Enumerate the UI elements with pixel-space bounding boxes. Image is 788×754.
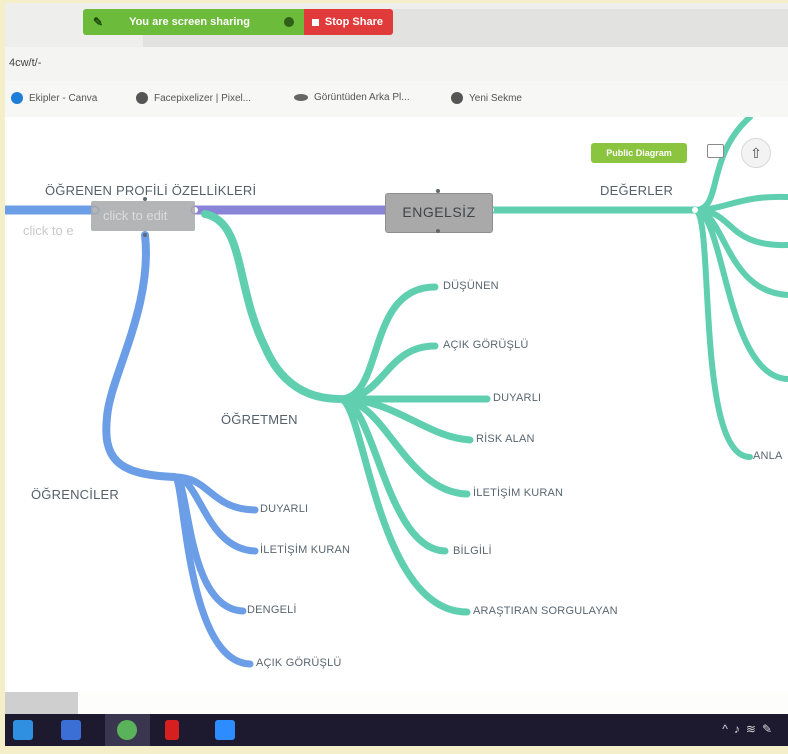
- url-text[interactable]: 4cw/t/-: [9, 57, 41, 69]
- bookmark-label: Yeni Sekme: [469, 92, 522, 104]
- ogretmen-item[interactable]: AÇIK GÖRÜŞLÜ: [443, 339, 529, 351]
- screenshot-frame: ✎ You are screen sharing Stop Share 4cw/…: [5, 3, 788, 746]
- chevron-up-icon[interactable]: ^: [722, 722, 734, 736]
- ogrenciler-item[interactable]: İLETİŞİM KURAN: [260, 544, 350, 556]
- bookmarks-bar: Ekipler - Canva Facepixelizer | Pixel...…: [5, 81, 788, 118]
- stop-share-label: Stop Share: [324, 16, 383, 28]
- system-tray[interactable]: ^♪≋✎: [722, 722, 778, 736]
- node-handle-dot[interactable]: [436, 229, 440, 233]
- node-handle-dot[interactable]: [436, 189, 440, 193]
- file-explorer-icon[interactable]: [13, 720, 33, 740]
- main-title-label[interactable]: ÖĞRENEN PROFİLİ ÖZELLİKLERİ: [45, 183, 256, 198]
- fullscreen-icon[interactable]: [707, 144, 724, 158]
- horizontal-scrollbar[interactable]: [5, 692, 78, 714]
- upload-icon[interactable]: ⇧: [741, 138, 771, 168]
- ogretmen-item[interactable]: BİLGİLİ: [453, 545, 492, 557]
- bookmark-item[interactable]: Ekipler - Canva: [11, 92, 97, 104]
- shield-icon: [283, 17, 294, 27]
- ghost-edit-text: click to e: [23, 223, 74, 238]
- ogretmen-item[interactable]: DÜŞÜNEN: [443, 280, 499, 292]
- center-node[interactable]: ENGELSİZ: [385, 193, 493, 233]
- bookmark-label: Facepixelizer | Pixel...: [154, 92, 252, 104]
- netflix-icon[interactable]: [165, 720, 179, 740]
- zoom-icon[interactable]: [215, 720, 235, 740]
- mindmap-canvas[interactable]: ÖĞRENEN PROFİLİ ÖZELLİKLERİ click to e c…: [5, 117, 788, 692]
- branch-ogretmen[interactable]: ÖĞRETMEN: [221, 412, 298, 427]
- bookmark-item[interactable]: Görüntüden Arka Pl...: [294, 92, 410, 103]
- bookmark-item[interactable]: Yeni Sekme: [451, 92, 522, 104]
- wifi-icon[interactable]: ≋: [746, 722, 762, 736]
- bookmark-label: Görüntüden Arka Pl...: [314, 92, 410, 103]
- pen-icon[interactable]: ✎: [762, 722, 778, 736]
- globe-icon: [451, 92, 463, 104]
- stop-share-button[interactable]: Stop Share: [303, 9, 393, 35]
- ogrenciler-item[interactable]: DUYARLI: [260, 503, 308, 515]
- ogrenciler-item[interactable]: DENGELİ: [247, 604, 297, 616]
- pencil-icon[interactable]: ✎: [93, 15, 103, 29]
- mail-icon[interactable]: [61, 720, 81, 740]
- edit-node[interactable]: click to edit: [91, 201, 195, 231]
- share-status-label: You are screen sharing: [129, 16, 250, 28]
- branch-ogrenciler[interactable]: ÖĞRENCİLER: [31, 487, 119, 502]
- edit-node-label: click to edit: [103, 208, 168, 223]
- windows-taskbar: ^♪≋✎: [5, 714, 788, 746]
- stop-icon: [311, 18, 319, 26]
- branch-anla[interactable]: ANLA: [753, 450, 783, 462]
- center-node-label: ENGELSİZ: [402, 204, 476, 220]
- public-diagram-badge[interactable]: Public Diagram: [591, 143, 687, 163]
- chrome-icon[interactable]: [117, 720, 137, 740]
- node-handle-dot[interactable]: [143, 233, 147, 237]
- eye-icon: [294, 94, 308, 101]
- ogretmen-item[interactable]: RİSK ALAN: [476, 433, 535, 445]
- bookmark-label: Ekipler - Canva: [29, 92, 98, 104]
- globe-icon: [136, 92, 148, 104]
- node-handle-dot[interactable]: [143, 197, 147, 201]
- ogretmen-item[interactable]: İLETİŞİM KURAN: [473, 487, 563, 499]
- bookmark-item[interactable]: Facepixelizer | Pixel...: [136, 92, 251, 104]
- browser-tab-strip: ✎ You are screen sharing Stop Share: [5, 3, 788, 47]
- screen-share-bar: ✎ You are screen sharing Stop Share: [83, 9, 393, 35]
- speaker-icon[interactable]: ♪: [734, 722, 746, 736]
- canva-icon: [11, 92, 23, 104]
- ogrenciler-item[interactable]: AÇIK GÖRÜŞLÜ: [256, 657, 342, 669]
- address-bar[interactable]: 4cw/t/-: [5, 47, 788, 82]
- share-status-pill: ✎ You are screen sharing: [83, 9, 304, 35]
- ogretmen-item[interactable]: ARAŞTIRAN SORGULAYAN: [473, 605, 618, 617]
- branch-degerler[interactable]: DEĞERLER: [600, 183, 673, 198]
- ogretmen-item[interactable]: DUYARLI: [493, 392, 541, 404]
